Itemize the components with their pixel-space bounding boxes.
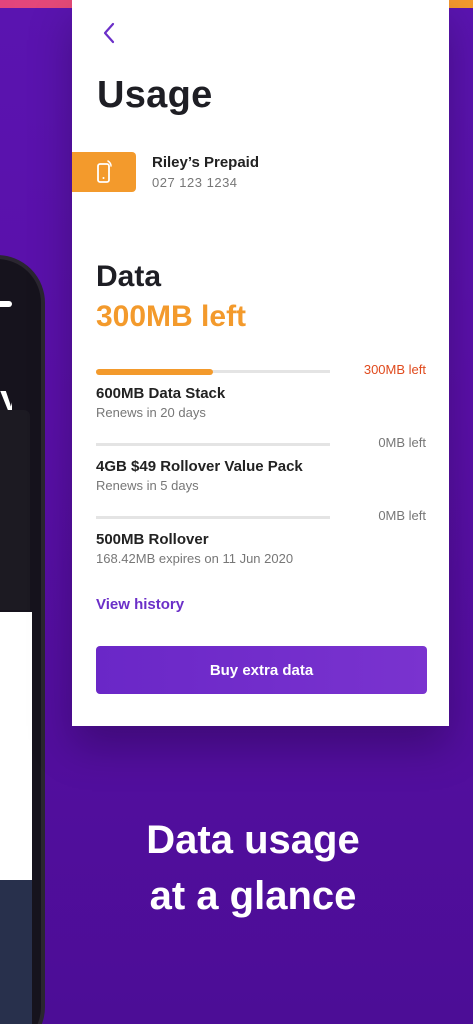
item-renewal: Renews in 5 days (96, 478, 199, 493)
item-remaining: 0MB left (378, 508, 426, 523)
phone-screen-light (0, 612, 32, 880)
item-renewal: Renews in 20 days (96, 405, 206, 420)
view-history-link[interactable]: View history (96, 596, 184, 613)
account-number: 027 123 1234 (152, 175, 238, 190)
usage-bar-track (96, 369, 330, 375)
usage-bar-fill (96, 369, 213, 375)
usage-bar-track (96, 516, 330, 519)
item-name: 600MB Data Stack (96, 385, 226, 402)
phone-speaker (0, 301, 12, 307)
usage-bar-track (96, 443, 330, 446)
item-expiry: 168.42MB expires on 11 Jun 2020 (96, 551, 294, 566)
phone-icon (97, 160, 112, 183)
account-badge[interactable] (72, 152, 136, 192)
buy-extra-data-button[interactable]: Buy extra data (96, 646, 427, 694)
item-name: 500MB Rollover (96, 531, 209, 548)
back-button[interactable] (96, 18, 122, 48)
item-remaining: 300MB left (363, 362, 426, 377)
data-heading: Data (96, 260, 162, 293)
account-name: Riley’s Prepaid (152, 154, 259, 171)
phone-screen-dark (0, 410, 30, 610)
item-remaining: 0MB left (378, 435, 426, 450)
item-name: 4GB $49 Rollover Value Pack (96, 458, 303, 475)
phone-screen-footer (0, 880, 32, 1024)
promo-tagline: Data usage at a glance (60, 812, 446, 924)
usage-card: Usage Riley’s Prepaid 027 123 1234 Data … (72, 0, 449, 726)
tagline-line-2: at a glance (149, 874, 357, 918)
chevron-left-icon (103, 22, 115, 44)
promo-background: y Usage Riley’s Prepaid 027 123 1234 Dat… (0, 0, 473, 1024)
data-remaining-total: 300MB left (96, 300, 247, 333)
tagline-line-1: Data usage (146, 818, 360, 862)
page-title: Usage (97, 74, 213, 116)
